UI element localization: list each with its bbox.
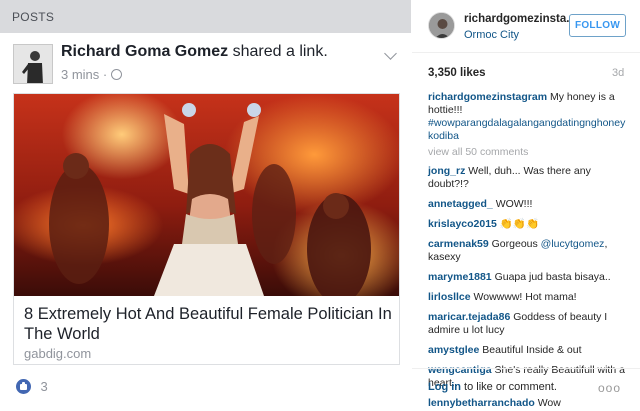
follow-button[interactable]: FOLLOW <box>569 14 626 37</box>
comment-username[interactable]: krislayco2015 <box>428 218 497 230</box>
comment-username[interactable]: lirlosllce <box>428 291 471 303</box>
comment-item: maryme1881 Guapa jud basta bisaya.. <box>428 271 628 284</box>
instagram-panel: richardgomezinsta... Ormoc City FOLLOW 3… <box>412 0 640 411</box>
comment-text: Wowwww! Hot mama! <box>473 291 577 303</box>
author-name[interactable]: Richard Goma Gomez <box>61 43 228 60</box>
login-link[interactable]: Log in <box>428 381 461 393</box>
comment-username[interactable]: jong_rz <box>428 165 465 177</box>
instagram-username[interactable]: richardgomezinsta... <box>464 13 576 25</box>
posts-header-title: POSTS <box>12 10 55 24</box>
globe-icon <box>110 69 122 80</box>
comment-item: annetagged_ WOW!!! <box>428 198 628 211</box>
instagram-post-age: 3d <box>612 67 625 79</box>
more-options-icon[interactable]: ooo <box>598 381 621 395</box>
login-prompt: Log in to like or comment. <box>428 381 557 393</box>
post-meta: 3 mins · <box>61 67 122 82</box>
caption-hashtag[interactable]: #wowparangdalagalangangdatingnghoney kod… <box>428 117 625 142</box>
instagram-avatar[interactable] <box>428 12 455 39</box>
comment-mention[interactable]: @lucytgomez <box>541 238 605 250</box>
comment-username[interactable]: maryme1881 <box>428 271 492 283</box>
comment-item: amystglee Beautiful Inside & out <box>428 344 628 357</box>
instagram-location[interactable]: Ormoc City <box>464 29 519 41</box>
comment-text: Guapa jud basta bisaya.. <box>494 271 611 283</box>
comment-item: lirlosllce Wowwww! Hot mama! <box>428 291 628 304</box>
link-preview[interactable]: 8 Extremely Hot And Beautiful Female Pol… <box>13 93 400 365</box>
comment-username[interactable]: maricar.tejada86 <box>428 311 510 323</box>
comment-item: jong_rz Well, duh... Was there any doubt… <box>428 165 628 191</box>
login-prompt-text: to like or comment. <box>461 381 557 393</box>
post-time[interactable]: 3 mins <box>61 67 99 82</box>
caption-username[interactable]: richardgomezinstagram <box>428 91 547 103</box>
comment-username[interactable]: annetagged_ <box>428 198 493 210</box>
comment-item: carmenak59 Gorgeous @lucytgomez, kasexy <box>428 238 628 264</box>
link-domain: gabdig.com <box>24 346 92 361</box>
facebook-panel: POSTS Richard Goma Gomez shared a link. … <box>0 0 411 411</box>
post-header-text: Richard Goma Gomez shared a link. <box>61 43 328 61</box>
author-avatar[interactable] <box>13 44 53 84</box>
view-all-comments-link[interactable]: view all 50 comments <box>428 146 628 159</box>
like-count[interactable]: 3 <box>40 379 47 394</box>
comment-username[interactable]: carmenak59 <box>428 238 489 250</box>
instagram-caption: richardgomezinstagram My honey is a hott… <box>428 91 628 143</box>
instagram-header: richardgomezinsta... Ormoc City FOLLOW <box>412 0 640 53</box>
comment-text: 👏👏👏 <box>499 218 540 230</box>
comment-username[interactable]: amystglee <box>428 344 479 356</box>
link-preview-image[interactable] <box>14 94 399 296</box>
posts-header: POSTS <box>0 0 411 33</box>
comment-item: krislayco2015 👏👏👏 <box>428 218 628 231</box>
instagram-footer: Log in to like or comment. ooo <box>412 368 640 411</box>
instagram-likes-count[interactable]: 3,350 likes <box>428 67 486 79</box>
reactions-row[interactable]: 3 <box>16 378 48 394</box>
comment-text: Beautiful Inside & out <box>482 344 582 356</box>
instagram-comments: richardgomezinstagram My honey is a hott… <box>428 91 628 411</box>
meta-separator: · <box>102 67 108 82</box>
link-title[interactable]: 8 Extremely Hot And Beautiful Female Pol… <box>24 304 394 344</box>
comment-text: WOW!!! <box>495 198 533 210</box>
comment-text: Gorgeous <box>491 238 541 250</box>
like-icon <box>16 379 31 394</box>
post-action: shared a link. <box>232 43 328 60</box>
comment-item: maricar.tejada86 Goddess of beauty I adm… <box>428 311 628 337</box>
